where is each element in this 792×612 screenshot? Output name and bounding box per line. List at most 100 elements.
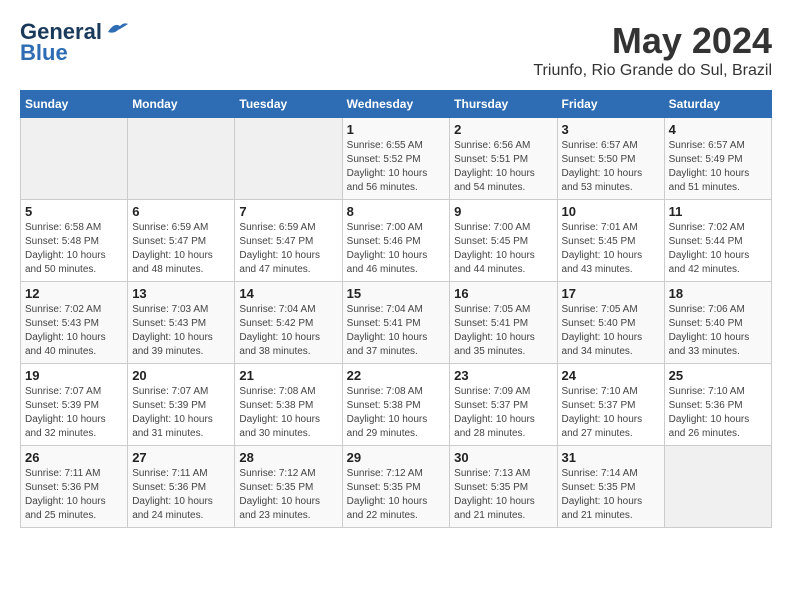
day-number: 12	[25, 286, 123, 301]
day-info: Sunrise: 7:04 AM Sunset: 5:41 PM Dayligh…	[347, 303, 446, 359]
day-info: Sunrise: 6:57 AM Sunset: 5:50 PM Dayligh…	[562, 139, 660, 195]
calendar-week-row: 1 Sunrise: 6:55 AM Sunset: 5:52 PM Daylig…	[21, 118, 772, 200]
day-number: 11	[669, 204, 767, 219]
day-info: Sunrise: 7:08 AM Sunset: 5:38 PM Dayligh…	[239, 385, 337, 441]
day-info: Sunrise: 7:14 AM Sunset: 5:35 PM Dayligh…	[562, 467, 660, 523]
table-row: 14Sunrise: 7:04 AM Sunset: 5:42 PM Dayli…	[235, 282, 342, 364]
header: General Blue May 2024 Triunfo, Rio Grand…	[20, 20, 772, 80]
day-number: 1	[347, 122, 446, 137]
table-row: 6 Sunrise: 6:59 AM Sunset: 5:47 PM Daylig…	[128, 200, 235, 282]
table-row: 16Sunrise: 7:05 AM Sunset: 5:41 PM Dayli…	[450, 282, 557, 364]
day-number: 26	[25, 450, 123, 465]
table-row: 7 Sunrise: 6:59 AM Sunset: 5:47 PM Daylig…	[235, 200, 342, 282]
table-row: 9 Sunrise: 7:00 AM Sunset: 5:45 PM Daylig…	[450, 200, 557, 282]
day-info: Sunrise: 7:11 AM Sunset: 5:36 PM Dayligh…	[25, 467, 123, 523]
table-row	[21, 118, 128, 200]
logo-blue: Blue	[20, 42, 68, 64]
day-number: 7	[239, 204, 337, 219]
table-row	[128, 118, 235, 200]
table-row: 10 Sunrise: 7:01 AM Sunset: 5:45 PM Dayli…	[557, 200, 664, 282]
table-row: 15 Sunrise: 7:04 AM Sunset: 5:41 PM Dayli…	[342, 282, 450, 364]
table-row: 23Sunrise: 7:09 AM Sunset: 5:37 PM Dayli…	[450, 364, 557, 446]
location-subtitle: Triunfo, Rio Grande do Sul, Brazil	[533, 62, 772, 80]
day-number: 15	[347, 286, 446, 301]
day-info: Sunrise: 7:10 AM Sunset: 5:36 PM Dayligh…	[669, 385, 767, 441]
day-info: Sunrise: 7:08 AM Sunset: 5:38 PM Dayligh…	[347, 385, 446, 441]
day-info: Sunrise: 7:01 AM Sunset: 5:45 PM Dayligh…	[562, 221, 660, 277]
table-row: 20Sunrise: 7:07 AM Sunset: 5:39 PM Dayli…	[128, 364, 235, 446]
day-number: 10	[562, 204, 660, 219]
day-number: 22	[347, 368, 446, 383]
day-number: 2	[454, 122, 552, 137]
table-row: 1 Sunrise: 6:55 AM Sunset: 5:52 PM Daylig…	[342, 118, 450, 200]
day-info: Sunrise: 7:07 AM Sunset: 5:39 PM Dayligh…	[25, 385, 123, 441]
header-sunday: Sunday	[21, 91, 128, 118]
day-number: 5	[25, 204, 123, 219]
day-number: 3	[562, 122, 660, 137]
title-section: May 2024 Triunfo, Rio Grande do Sul, Bra…	[533, 20, 772, 80]
day-info: Sunrise: 7:05 AM Sunset: 5:41 PM Dayligh…	[454, 303, 552, 359]
calendar-week-row: 19 Sunrise: 7:07 AM Sunset: 5:39 PM Dayli…	[21, 364, 772, 446]
day-number: 30	[454, 450, 552, 465]
day-info: Sunrise: 6:59 AM Sunset: 5:47 PM Dayligh…	[239, 221, 337, 277]
table-row: 28 Sunrise: 7:12 AM Sunset: 5:35 PM Dayli…	[235, 446, 342, 528]
logo: General Blue	[20, 20, 128, 64]
day-number: 27	[132, 450, 230, 465]
day-number: 19	[25, 368, 123, 383]
header-wednesday: Wednesday	[342, 91, 450, 118]
table-row: 11 Sunrise: 7:02 AM Sunset: 5:44 PM Dayli…	[664, 200, 771, 282]
day-info: Sunrise: 7:06 AM Sunset: 5:40 PM Dayligh…	[669, 303, 767, 359]
table-row: 19 Sunrise: 7:07 AM Sunset: 5:39 PM Dayli…	[21, 364, 128, 446]
table-row: 24Sunrise: 7:10 AM Sunset: 5:37 PM Dayli…	[557, 364, 664, 446]
day-info: Sunrise: 6:58 AM Sunset: 5:48 PM Dayligh…	[25, 221, 123, 277]
table-row: 4Sunrise: 6:57 AM Sunset: 5:49 PM Daylig…	[664, 118, 771, 200]
table-row: 21 Sunrise: 7:08 AM Sunset: 5:38 PM Dayli…	[235, 364, 342, 446]
table-row: 31 Sunrise: 7:14 AM Sunset: 5:35 PM Dayli…	[557, 446, 664, 528]
day-info: Sunrise: 6:56 AM Sunset: 5:51 PM Dayligh…	[454, 139, 552, 195]
table-row: 18 Sunrise: 7:06 AM Sunset: 5:40 PM Dayli…	[664, 282, 771, 364]
calendar-week-row: 5 Sunrise: 6:58 AM Sunset: 5:48 PM Daylig…	[21, 200, 772, 282]
calendar-week-row: 26 Sunrise: 7:11 AM Sunset: 5:36 PM Dayli…	[21, 446, 772, 528]
day-number: 17	[562, 286, 660, 301]
day-number: 21	[239, 368, 337, 383]
table-row: 22 Sunrise: 7:08 AM Sunset: 5:38 PM Dayli…	[342, 364, 450, 446]
day-number: 24	[562, 368, 660, 383]
day-info: Sunrise: 7:03 AM Sunset: 5:43 PM Dayligh…	[132, 303, 230, 359]
day-number: 31	[562, 450, 660, 465]
table-row: 8 Sunrise: 7:00 AM Sunset: 5:46 PM Daylig…	[342, 200, 450, 282]
header-monday: Monday	[128, 91, 235, 118]
table-row: 3 Sunrise: 6:57 AM Sunset: 5:50 PM Daylig…	[557, 118, 664, 200]
day-info: Sunrise: 7:04 AM Sunset: 5:42 PM Dayligh…	[239, 303, 337, 359]
header-saturday: Saturday	[664, 91, 771, 118]
header-friday: Friday	[557, 91, 664, 118]
day-info: Sunrise: 6:55 AM Sunset: 5:52 PM Dayligh…	[347, 139, 446, 195]
table-row: 12 Sunrise: 7:02 AM Sunset: 5:43 PM Dayli…	[21, 282, 128, 364]
day-number: 28	[239, 450, 337, 465]
day-number: 18	[669, 286, 767, 301]
calendar-week-row: 12 Sunrise: 7:02 AM Sunset: 5:43 PM Dayli…	[21, 282, 772, 364]
day-info: Sunrise: 7:02 AM Sunset: 5:44 PM Dayligh…	[669, 221, 767, 277]
logo-bird-icon	[106, 20, 128, 36]
day-info: Sunrise: 7:05 AM Sunset: 5:40 PM Dayligh…	[562, 303, 660, 359]
table-row: 26 Sunrise: 7:11 AM Sunset: 5:36 PM Dayli…	[21, 446, 128, 528]
day-info: Sunrise: 7:00 AM Sunset: 5:46 PM Dayligh…	[347, 221, 446, 277]
table-row: 30Sunrise: 7:13 AM Sunset: 5:35 PM Dayli…	[450, 446, 557, 528]
day-number: 23	[454, 368, 552, 383]
header-thursday: Thursday	[450, 91, 557, 118]
table-row: 29Sunrise: 7:12 AM Sunset: 5:35 PM Dayli…	[342, 446, 450, 528]
day-info: Sunrise: 7:00 AM Sunset: 5:45 PM Dayligh…	[454, 221, 552, 277]
day-number: 20	[132, 368, 230, 383]
day-info: Sunrise: 7:12 AM Sunset: 5:35 PM Dayligh…	[239, 467, 337, 523]
calendar-header-row: Sunday Monday Tuesday Wednesday Thursday…	[21, 91, 772, 118]
table-row: 13Sunrise: 7:03 AM Sunset: 5:43 PM Dayli…	[128, 282, 235, 364]
table-row: 2 Sunrise: 6:56 AM Sunset: 5:51 PM Daylig…	[450, 118, 557, 200]
day-number: 9	[454, 204, 552, 219]
day-number: 6	[132, 204, 230, 219]
day-info: Sunrise: 7:11 AM Sunset: 5:36 PM Dayligh…	[132, 467, 230, 523]
table-row	[664, 446, 771, 528]
table-row: 5 Sunrise: 6:58 AM Sunset: 5:48 PM Daylig…	[21, 200, 128, 282]
day-info: Sunrise: 7:02 AM Sunset: 5:43 PM Dayligh…	[25, 303, 123, 359]
day-info: Sunrise: 7:12 AM Sunset: 5:35 PM Dayligh…	[347, 467, 446, 523]
day-number: 8	[347, 204, 446, 219]
day-info: Sunrise: 6:59 AM Sunset: 5:47 PM Dayligh…	[132, 221, 230, 277]
